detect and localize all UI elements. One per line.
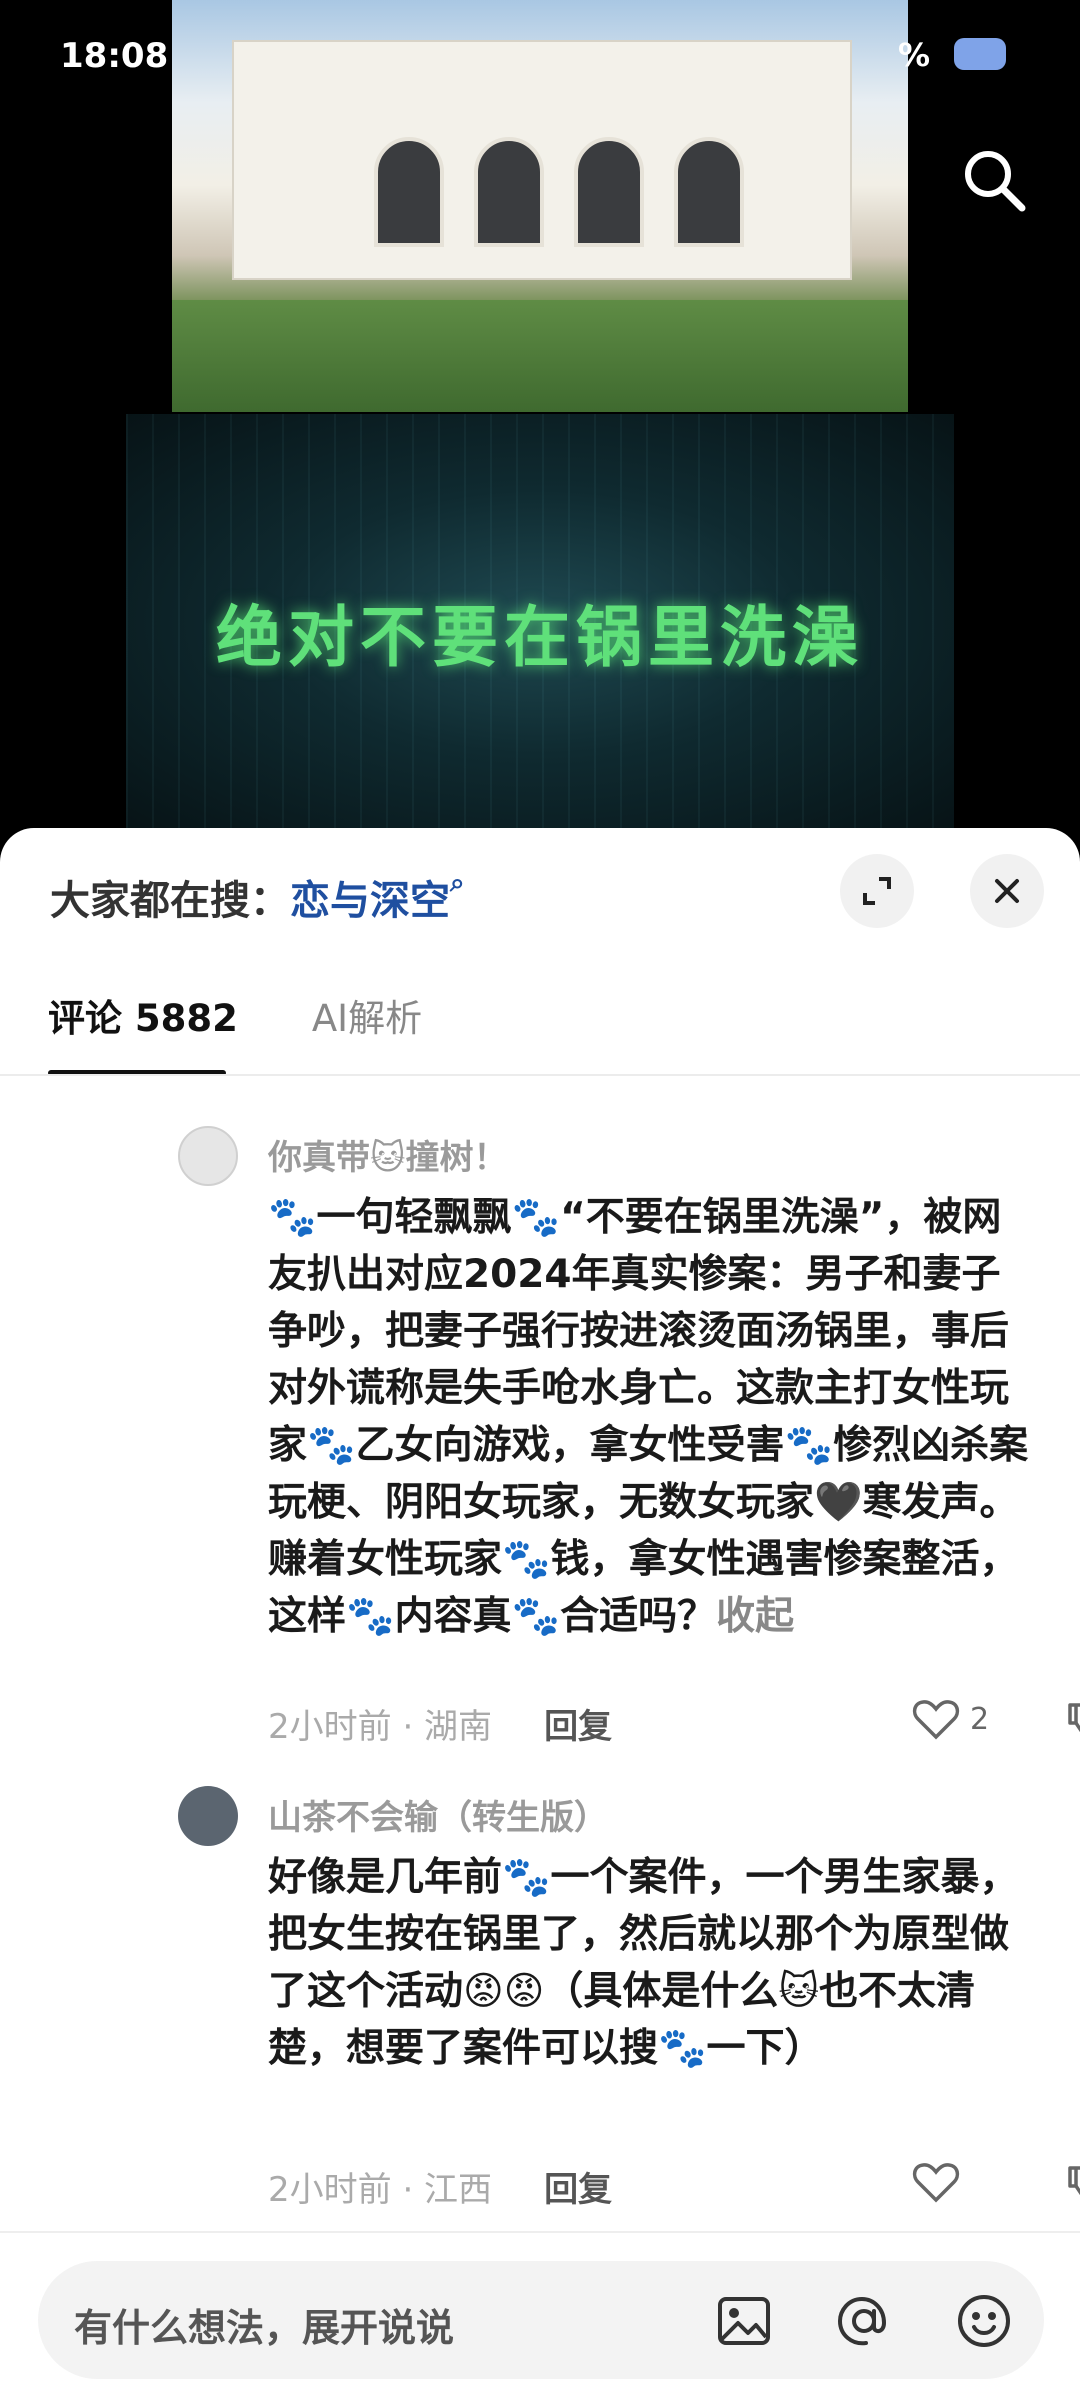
comment-author[interactable]: 山茶不会输（转生版） [268, 1790, 1038, 1839]
tab-ai-label: AI解析 [311, 997, 423, 1040]
expand-icon [863, 877, 891, 905]
expand-button[interactable] [840, 854, 914, 928]
hot-search-term[interactable]: 恋与深空 [290, 878, 450, 924]
tab-ai-analysis[interactable]: AI解析 [312, 988, 422, 1042]
villa-illustration [232, 40, 852, 280]
collapse-link[interactable]: 收起 [716, 1594, 794, 1639]
at-icon[interactable] [832, 2289, 896, 2353]
hot-search[interactable]: 大家都在搜：恋与深空⌕ [50, 868, 465, 926]
search-icon[interactable] [958, 144, 1030, 216]
comment-text: 🐾一句轻飘飘🐾“不要在锅里洗澡”，被网友扒出对应2024年真实惨案：男子和妻子争… [268, 1195, 1029, 1639]
tab-comments-label: 评论 [48, 997, 122, 1040]
comment-tabs: 评论 5882 AI解析 [48, 988, 422, 1042]
comment-meta: 2小时前 · 湖南 回复 2 [268, 1693, 1080, 1753]
reply-button[interactable]: 回复 [544, 1699, 612, 1748]
heart-icon [912, 1700, 960, 1740]
close-button[interactable] [970, 854, 1044, 928]
comments-sheet: 大家都在搜：恋与深空⌕ 评论 5882 AI解析 你真带🐱撞树！ 🐾一句轻飘飘🐾… [0, 828, 1080, 2400]
dislike-button[interactable] [1064, 2162, 1080, 2215]
comment-author[interactable]: 你真带🐱撞树！ [268, 1130, 1038, 1179]
like-button[interactable]: 2 [912, 1697, 989, 1741]
video-caption: 绝对不要在锅里洗澡 [216, 599, 864, 676]
emoji-icon[interactable] [952, 2289, 1016, 2353]
tab-comments-count: 5882 [134, 997, 238, 1040]
comment-input-placeholder: 有什么想法，展开说说 [74, 2306, 455, 2350]
tab-comments[interactable]: 评论 5882 [48, 988, 238, 1042]
avatar[interactable] [178, 1786, 238, 1846]
comment-time-location: 2小时前 · 湖南 [268, 1706, 493, 1747]
video-frame-caption: 绝对不要在锅里洗澡 [126, 414, 954, 830]
avatar[interactable] [178, 1126, 238, 1186]
image-icon[interactable] [712, 2289, 776, 2353]
video-frame-villa [172, 0, 908, 412]
thumbs-down-icon [1068, 2166, 1080, 2196]
like-count: 2 [970, 1701, 990, 1737]
hot-search-prefix: 大家都在搜： [50, 878, 290, 924]
video-player[interactable]: 绝对不要在锅里洗澡 [0, 0, 1080, 830]
dislike-button[interactable] [1064, 1699, 1080, 1752]
comment-time-location: 2小时前 · 江西 [268, 2169, 493, 2210]
status-time: 18:08 [60, 36, 169, 76]
search-small-icon: ⌕ [450, 868, 465, 898]
reply-button[interactable]: 回复 [544, 2162, 612, 2211]
close-icon [995, 879, 1019, 903]
heart-icon [912, 2163, 960, 2203]
lawn [172, 300, 908, 412]
like-button[interactable] [912, 2160, 960, 2204]
comment-input-bar: 有什么想法，展开说说 [0, 2231, 1080, 2400]
comment-meta: 2小时前 · 江西 回复 [268, 2156, 1080, 2216]
comment-input[interactable]: 有什么想法，展开说说 [38, 2261, 1044, 2379]
tabs-divider [0, 1074, 1080, 1076]
status-app-icon [954, 38, 1006, 70]
thumbs-down-icon [1068, 1703, 1080, 1733]
comment-text: 好像是几年前🐾一个案件，一个男生家暴，把女生按在锅里了，然后就以那个为原型做了这… [268, 1855, 1019, 2071]
status-battery: % [898, 36, 931, 74]
